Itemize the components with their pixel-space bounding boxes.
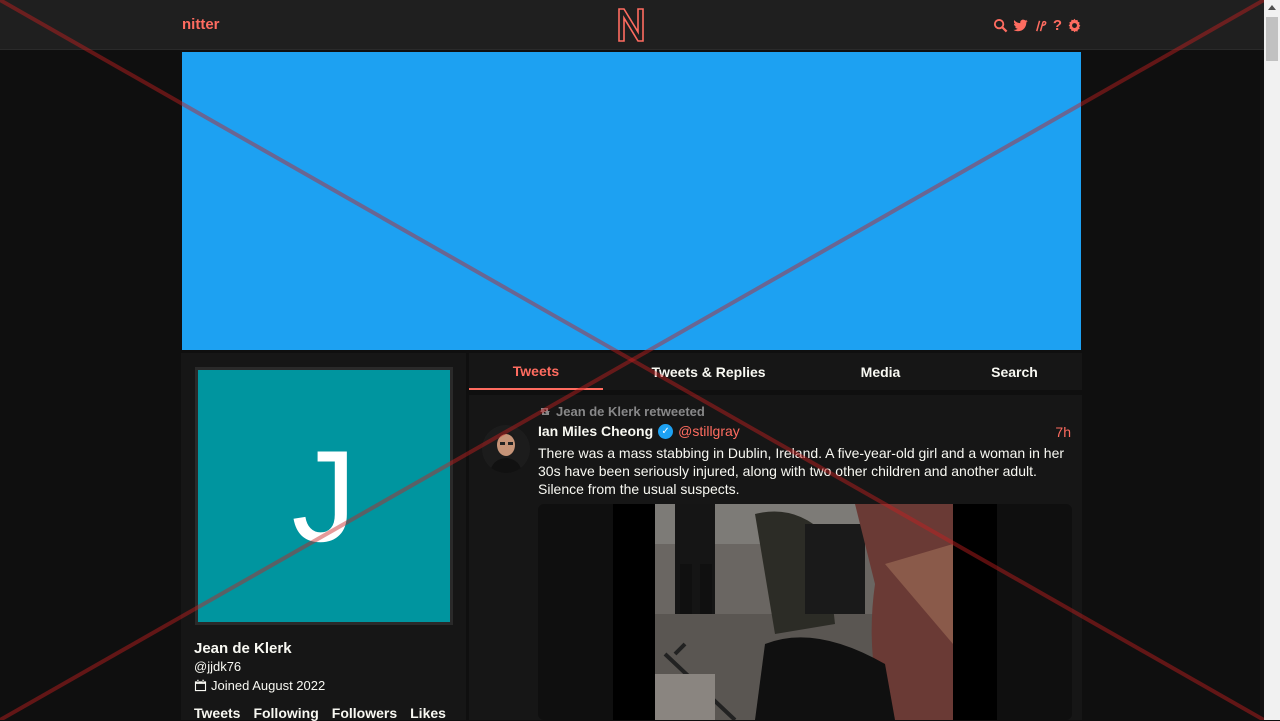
- scroll-up-arrow-icon[interactable]: [1268, 5, 1276, 10]
- profile-joined: Joined August 2022: [194, 678, 325, 693]
- profile-stats: Tweets Following Followers Likes: [194, 705, 446, 721]
- profile-fullname[interactable]: Jean de Klerk: [194, 640, 292, 657]
- avatar-letter: J: [291, 423, 357, 569]
- stat-following[interactable]: Following: [253, 705, 318, 721]
- media-image: [655, 504, 953, 720]
- stat-likes[interactable]: Likes: [410, 705, 446, 721]
- tweet-text: There was a mass stabbing in Dublin, Ire…: [538, 445, 1065, 497]
- scroll-thumb[interactable]: [1266, 17, 1278, 61]
- stat-tweets[interactable]: Tweets: [194, 705, 240, 721]
- tab-tweets[interactable]: Tweets: [469, 353, 603, 390]
- retweet-icon: [540, 408, 550, 415]
- tweet-author-handle[interactable]: @stillgray: [678, 423, 740, 439]
- retweet-header: Jean de Klerk retweeted: [538, 404, 705, 419]
- tweet-author-avatar[interactable]: [482, 425, 530, 473]
- profile-avatar[interactable]: J: [195, 367, 453, 625]
- video-frame: [613, 504, 997, 720]
- rss-icon[interactable]: [1033, 18, 1048, 33]
- profile-banner: [181, 51, 1082, 351]
- tweet-author-name[interactable]: Ian Miles Cheong: [538, 423, 653, 439]
- stat-followers[interactable]: Followers: [332, 705, 397, 721]
- tab-search[interactable]: Search: [947, 353, 1082, 390]
- tab-tweets-replies[interactable]: Tweets & Replies: [603, 353, 814, 390]
- tweet-media[interactable]: [538, 504, 1072, 720]
- tweet-header: Ian Miles Cheong ✓ @stillgray: [538, 423, 740, 439]
- profile-username[interactable]: @jjdk76: [194, 659, 241, 674]
- retweet-label[interactable]: Jean de Klerk retweeted: [556, 404, 705, 419]
- page-scrollbar[interactable]: [1264, 0, 1280, 720]
- search-icon[interactable]: [993, 18, 1008, 33]
- joined-text: Joined August 2022: [211, 678, 326, 693]
- brand-link[interactable]: nitter: [182, 16, 220, 33]
- timeline-tabs: Tweets Tweets & Replies Media Search: [469, 353, 1082, 390]
- verified-badge-icon: ✓: [658, 423, 674, 439]
- top-navbar: nitter ?: [0, 0, 1264, 50]
- help-icon[interactable]: ?: [1053, 17, 1062, 34]
- tab-media[interactable]: Media: [814, 353, 947, 390]
- profile-card: J Jean de Klerk @jjdk76 Joined August 20…: [181, 353, 466, 721]
- calendar-icon: [194, 679, 207, 692]
- gear-icon[interactable]: [1067, 18, 1082, 33]
- nitter-logo[interactable]: [617, 8, 645, 42]
- timeline: Jean de Klerk retweeted Ian Miles Cheong…: [469, 395, 1082, 720]
- twitter-icon[interactable]: [1013, 18, 1028, 33]
- nav-icons: ?: [993, 16, 1082, 34]
- tweet-timestamp[interactable]: 7h: [1055, 424, 1071, 440]
